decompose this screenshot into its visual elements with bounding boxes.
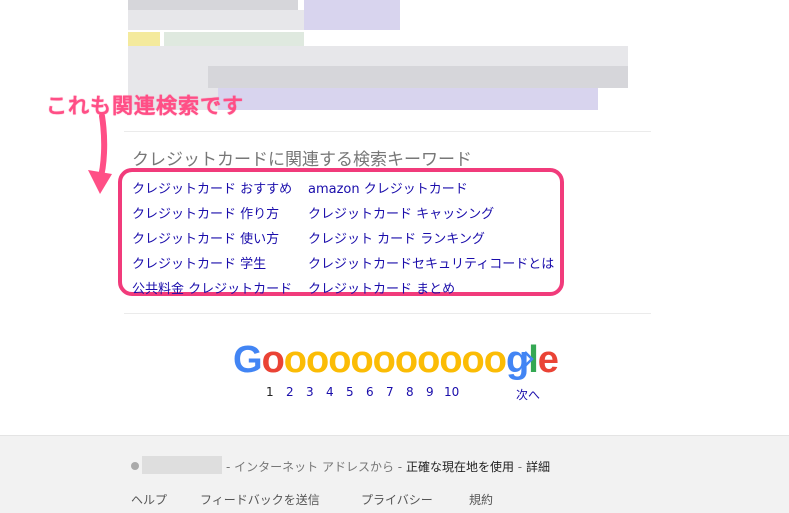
footer: - インターネット アドレスから - 正確な現在地を使用 - 詳細 ヘルプ フィ…	[0, 435, 789, 513]
logo-letter: o	[306, 339, 329, 381]
location-separator: -	[513, 460, 526, 474]
chevron-right-icon[interactable]	[522, 348, 536, 370]
logo-letter: o	[461, 339, 485, 381]
logo-letter: o	[350, 339, 373, 381]
related-keyword-link[interactable]: クレジット カード ランキング	[308, 228, 485, 247]
page-number-link[interactable]: 3	[306, 385, 314, 399]
blurred-block	[304, 10, 400, 30]
related-keyword-link[interactable]: クレジットカードセキュリティコードとは	[308, 253, 554, 272]
page-number-link[interactable]: 7	[386, 385, 394, 399]
location-separator: -	[393, 460, 406, 474]
logo-letter: o	[328, 339, 351, 381]
footer-link-help[interactable]: ヘルプ	[131, 491, 167, 508]
footer-link-privacy[interactable]: プライバシー	[361, 491, 433, 508]
page-number-link[interactable]: 6	[366, 385, 374, 399]
related-keyword-link[interactable]: クレジットカード 学生	[132, 253, 266, 272]
page-number-link[interactable]: 8	[406, 385, 414, 399]
next-page-link[interactable]: 次へ	[516, 386, 540, 403]
precise-location-link[interactable]: 正確な現在地を使用	[406, 460, 514, 474]
related-keyword-link[interactable]: クレジットカード まとめ	[308, 278, 455, 297]
location-line: - インターネット アドレスから - 正確な現在地を使用 - 詳細	[226, 458, 550, 475]
related-keyword-link[interactable]: クレジットカード おすすめ	[132, 178, 292, 197]
location-text: インターネット アドレスから	[234, 460, 394, 474]
related-keyword-link[interactable]: 公共料金 クレジットカード	[132, 278, 292, 297]
page-number-link[interactable]: 4	[326, 385, 334, 399]
logo-letter: o	[439, 339, 462, 381]
related-keyword-link[interactable]: amazon クレジットカード	[308, 178, 468, 197]
pagination-logo: Gooooooooooogle	[233, 339, 559, 381]
footer-link-feedback[interactable]: フィードバックを送信	[200, 491, 320, 508]
page-number-current: 1	[266, 385, 274, 399]
logo-letter: o	[372, 339, 396, 381]
related-keyword-link[interactable]: クレジットカード キャッシング	[308, 203, 494, 222]
location-separator: -	[226, 460, 235, 474]
footer-link-terms[interactable]: 規約	[469, 491, 493, 508]
blurred-block	[208, 66, 628, 88]
location-details-link[interactable]: 詳細	[526, 460, 550, 474]
blurred-block	[218, 88, 598, 110]
annotation-label: これも関連検索です	[46, 94, 244, 118]
blurred-block	[128, 46, 628, 66]
page-number-link[interactable]: 5	[346, 385, 354, 399]
blurred-block	[128, 66, 208, 88]
separator-top	[124, 131, 651, 132]
blurred-block	[304, 0, 400, 10]
logo-letter: o	[283, 339, 307, 381]
logo-letter: o	[261, 339, 285, 381]
page-number-link[interactable]: 10	[444, 385, 459, 399]
location-dot-icon	[131, 462, 139, 470]
blurred-location	[142, 456, 222, 474]
related-keyword-link[interactable]: クレジットカード 使い方	[132, 228, 279, 247]
related-searches-title: クレジットカードに関連する検索キーワード	[132, 150, 472, 170]
logo-letter: G	[233, 339, 263, 381]
related-keyword-link[interactable]: クレジットカード 作り方	[132, 203, 279, 222]
blurred-block	[128, 0, 298, 10]
logo-letter: o	[394, 339, 418, 381]
page-number-link[interactable]: 9	[426, 385, 434, 399]
logo-letter: o	[417, 339, 440, 381]
logo-letter: e	[537, 339, 559, 381]
page-number-link[interactable]: 2	[286, 385, 294, 399]
blurred-block	[128, 32, 160, 46]
logo-letter: o	[483, 339, 507, 381]
separator-bottom	[124, 313, 651, 314]
blurred-block	[164, 32, 304, 46]
